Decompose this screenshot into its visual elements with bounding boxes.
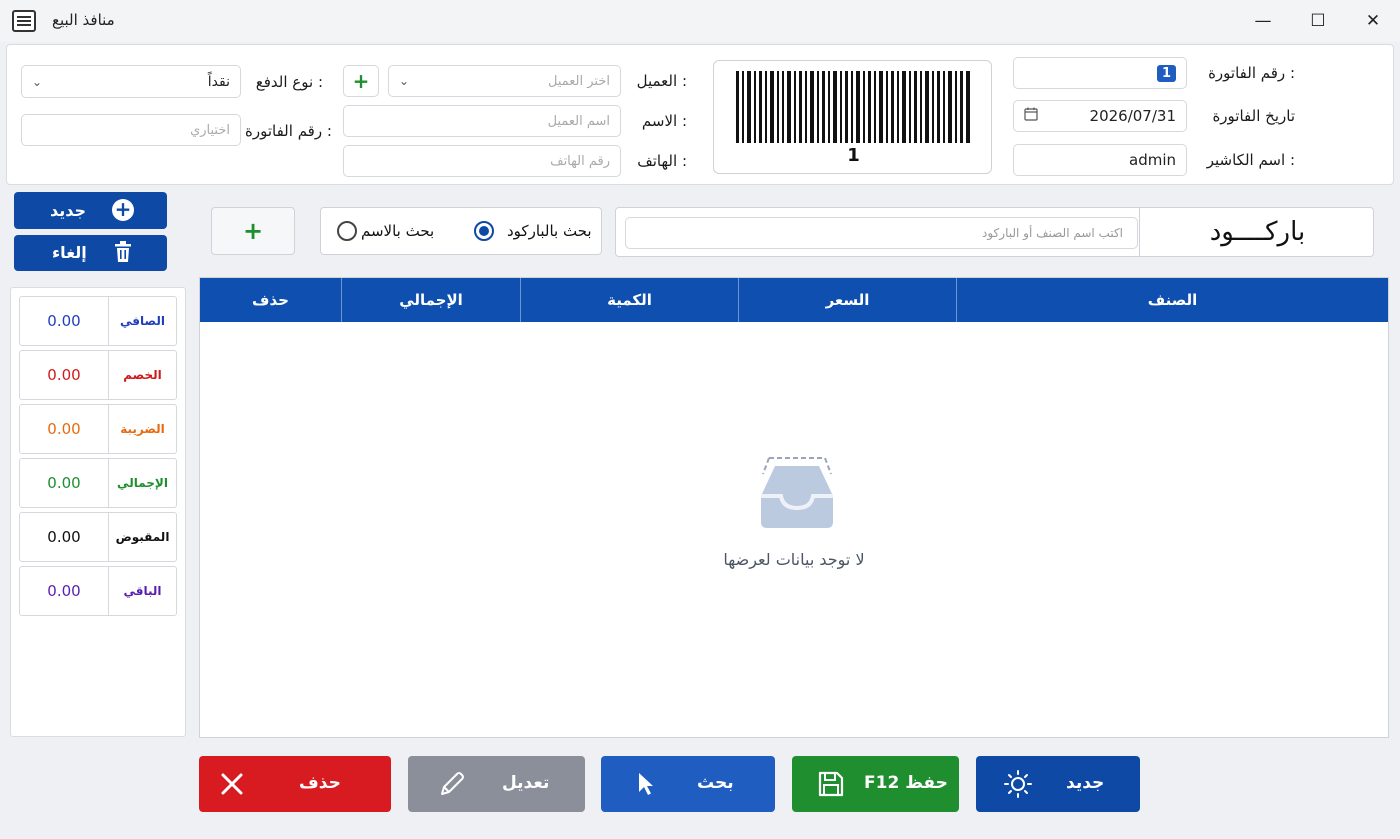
plus-icon: + [352, 69, 370, 93]
pencil-icon [437, 769, 467, 804]
delete-button[interactable]: حذف [199, 756, 391, 812]
payment-type-select[interactable]: نقداً ⌄ [21, 65, 241, 98]
payment-type-label: نوع الدفع : [255, 73, 323, 91]
title-bar: منافذ البيع — ☐ ✕ [0, 0, 1400, 42]
totals-panel: 0.00 الصافي 0.00 الخصم 0.00 الضريبة 0.00… [10, 287, 186, 737]
edit-button[interactable]: تعديل [408, 756, 585, 812]
search-panel: اكتب اسم الصنف أو الباركود باركــــود [615, 207, 1374, 257]
bottom-new-button[interactable]: جديد [976, 756, 1140, 812]
barcode-title: باركــــود [1139, 208, 1375, 256]
search-button[interactable]: بحث [601, 756, 775, 812]
customer-name-placeholder: اسم العميل [547, 113, 610, 129]
save-icon [818, 771, 844, 802]
customer-name-input[interactable]: اسم العميل [343, 105, 621, 137]
barcode-preview: 1 [713, 60, 992, 174]
search-by-name-radio[interactable] [337, 221, 357, 241]
customer-phone-input[interactable]: رقم الهاتف [343, 145, 621, 177]
items-table: الصنف السعر الكمية الإجمالي حذف لا توجد … [199, 277, 1389, 738]
total-label: الإجمالي [108, 459, 176, 507]
chevron-down-icon: ⌄ [32, 74, 43, 89]
search-by-name-label: بحث بالاسم [361, 222, 435, 240]
invoice-number-field[interactable]: 1 [1013, 57, 1187, 89]
x-icon [220, 772, 244, 801]
barcode-icon [736, 71, 970, 143]
total-value: 0.00 [47, 474, 81, 492]
total-row-tax: 0.00 الضريبة [19, 404, 177, 454]
maximize-icon[interactable]: ☐ [1304, 8, 1332, 34]
total-row-discount: 0.00 الخصم [19, 350, 177, 400]
empty-inbox-icon [761, 457, 833, 528]
total-row-net: 0.00 الصافي [19, 296, 177, 346]
empty-message: لا توجد بيانات لعرضها [723, 550, 865, 569]
total-row-remaining: 0.00 الباقي [19, 566, 177, 616]
trash-icon [113, 241, 133, 267]
sun-icon [1004, 770, 1032, 803]
save-button[interactable]: F12 حفظ [792, 756, 959, 812]
total-row-total: 0.00 الإجمالي [19, 458, 177, 508]
cancel-invoice-label: إلغاء [52, 243, 87, 262]
search-by-barcode-label: بحث بالباركود [507, 222, 592, 240]
column-quantity[interactable]: الكمية [520, 278, 738, 322]
save-label: F12 حفظ [864, 773, 948, 793]
ref-invoice-input[interactable]: اختياري [21, 114, 241, 146]
cashier-value: admin [1129, 151, 1176, 169]
bottom-new-label: جديد [1066, 773, 1105, 793]
customer-label: العميل : [636, 72, 687, 90]
app-icon [12, 10, 36, 32]
name-label: الاسم : [641, 112, 687, 130]
cashier-field[interactable]: admin [1013, 144, 1187, 176]
cashier-label: اسم الكاشير : [1206, 151, 1295, 169]
net-value: 0.00 [47, 312, 81, 330]
calendar-icon[interactable] [1024, 107, 1038, 125]
invoice-date-field[interactable]: 2026/07/31 [1013, 100, 1187, 132]
column-price[interactable]: السعر [738, 278, 956, 322]
phone-label: الهاتف : [637, 152, 687, 170]
edit-label: تعديل [502, 773, 550, 793]
chevron-down-icon: ⌄ [399, 74, 410, 88]
received-label: المقبوض [108, 513, 176, 561]
payment-type-value: نقداً [207, 73, 230, 90]
minimize-icon[interactable]: — [1249, 8, 1277, 34]
tax-label: الضريبة [108, 405, 176, 453]
item-search-placeholder: اكتب اسم الصنف أو الباركود [982, 226, 1123, 240]
ref-invoice-placeholder: اختياري [190, 122, 230, 138]
column-total[interactable]: الإجمالي [341, 278, 520, 322]
delete-label: حذف [299, 773, 341, 793]
search-mode-group: بحث بالباركود بحث بالاسم [320, 207, 602, 255]
plus-circle-icon: + [112, 199, 134, 221]
item-search-input[interactable]: اكتب اسم الصنف أو الباركود [625, 217, 1138, 249]
invoice-date-label: تاريخ الفاتورة [1212, 107, 1295, 125]
search-button-label: بحث [697, 773, 734, 793]
barcode-number: 1 [847, 145, 860, 166]
search-by-barcode-radio[interactable] [474, 221, 494, 241]
add-customer-button[interactable]: + [343, 65, 379, 97]
ref-invoice-label: رقم الفاتورة : [245, 122, 332, 140]
plus-icon: + [242, 217, 264, 245]
close-icon[interactable]: ✕ [1359, 8, 1387, 34]
column-item[interactable]: الصنف [956, 278, 1388, 322]
invoice-date-value: 2026/07/31 [1089, 107, 1176, 125]
new-invoice-label: جديد [50, 201, 87, 220]
cursor-icon [637, 771, 655, 802]
discount-label: الخصم [108, 351, 176, 399]
invoice-number-label: رقم الفاتورة : [1208, 64, 1295, 82]
customer-select-placeholder: اختر العميل [547, 73, 610, 89]
remaining-label: الباقي [108, 567, 176, 615]
add-item-button[interactable]: + [211, 207, 295, 255]
invoice-number-badge: 1 [1156, 64, 1176, 82]
new-invoice-button[interactable]: جديد + [14, 192, 167, 229]
remaining-value: 0.00 [47, 582, 81, 600]
total-row-received: 0.00 المقبوض [19, 512, 177, 562]
invoice-header-panel: رقم الفاتورة : 1 تاريخ الفاتورة 2026/07/… [6, 44, 1394, 185]
net-label: الصافي [108, 297, 176, 345]
discount-value: 0.00 [47, 366, 81, 384]
cancel-invoice-button[interactable]: إلغاء [14, 235, 167, 271]
customer-select[interactable]: اختر العميل ⌄ [388, 65, 621, 97]
customer-phone-placeholder: رقم الهاتف [550, 153, 610, 169]
tax-value: 0.00 [47, 420, 81, 438]
received-value: 0.00 [47, 528, 81, 546]
column-delete[interactable]: حذف [200, 278, 341, 322]
window-title: منافذ البيع [52, 11, 115, 29]
table-header: الصنف السعر الكمية الإجمالي حذف [200, 278, 1388, 322]
